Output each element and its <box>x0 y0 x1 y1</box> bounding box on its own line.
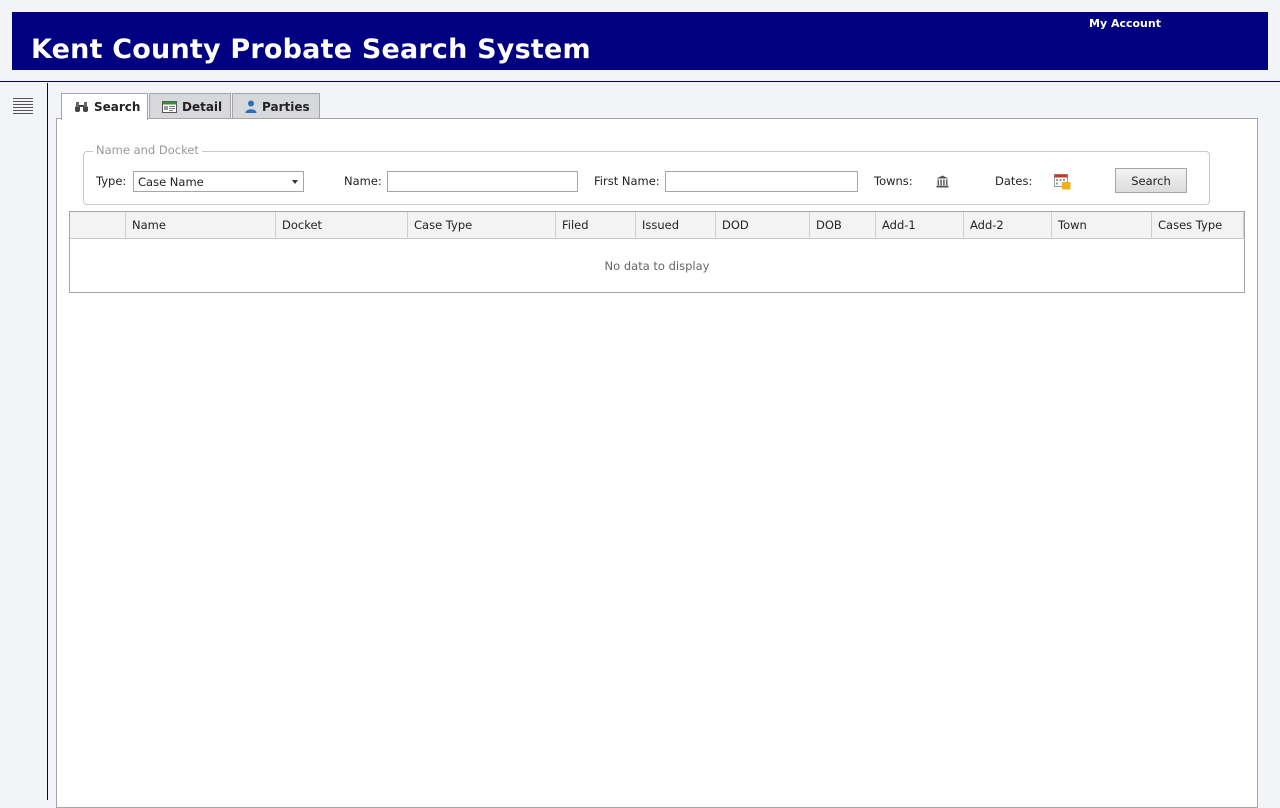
column-header-docket[interactable]: Docket <box>276 212 408 239</box>
column-header-cases-type[interactable]: Cases Type <box>1152 212 1244 239</box>
name-and-docket-fieldset: Name and Docket Type: Case Name Name: Fi… <box>83 143 1210 205</box>
column-header-dod[interactable]: DOD <box>716 212 810 239</box>
dates-label: Dates: <box>995 174 1033 188</box>
tab-search[interactable]: Search <box>61 93 148 120</box>
column-header-name[interactable]: Name <box>126 212 276 239</box>
tab-search-label: Search <box>94 100 141 114</box>
search-button[interactable]: Search <box>1115 168 1187 193</box>
empty-message: No data to display <box>604 259 710 273</box>
column-header-case-type[interactable]: Case Type <box>408 212 556 239</box>
type-select[interactable]: Case Name <box>133 171 304 192</box>
grid-header: Name Docket Case Type Filed Issued DOD D… <box>70 212 1244 239</box>
detail-card-icon <box>162 100 177 113</box>
column-header-filed[interactable]: Filed <box>556 212 636 239</box>
name-input[interactable] <box>387 171 578 192</box>
tab-detail[interactable]: Detail <box>149 93 231 119</box>
sidebar <box>0 83 48 800</box>
bank-building-icon[interactable] <box>936 175 949 188</box>
first-name-input[interactable] <box>665 171 858 192</box>
column-header-add-1[interactable]: Add-1 <box>876 212 964 239</box>
top-bar: Kent County Probate Search System My Acc… <box>0 0 1280 82</box>
column-header-issued[interactable]: Issued <box>636 212 716 239</box>
my-account-link[interactable]: My Account <box>1089 17 1161 30</box>
person-icon <box>245 100 257 113</box>
column-header-add-2[interactable]: Add-2 <box>964 212 1052 239</box>
app-title: Kent County Probate Search System <box>31 34 591 65</box>
tab-parties[interactable]: Parties <box>232 93 320 119</box>
name-label: Name: <box>344 174 382 188</box>
towns-label: Towns: <box>874 174 913 188</box>
results-grid: Name Docket Case Type Filed Issued DOD D… <box>69 211 1245 293</box>
column-header-select[interactable] <box>70 212 126 239</box>
tab-parties-label: Parties <box>262 99 310 114</box>
column-header-dob[interactable]: DOB <box>810 212 876 239</box>
chevron-down-icon <box>292 180 298 184</box>
search-panel: Name and Docket Type: Case Name Name: Fi… <box>56 118 1258 808</box>
binoculars-icon <box>75 102 88 112</box>
first-name-label: First Name: <box>594 174 660 188</box>
tab-detail-label: Detail <box>182 99 223 114</box>
column-header-town[interactable]: Town <box>1052 212 1152 239</box>
header-banner: Kent County Probate Search System My Acc… <box>12 12 1268 70</box>
type-label: Type: <box>96 174 127 188</box>
type-select-value: Case Name <box>138 175 204 189</box>
calendar-icon[interactable] <box>1054 173 1071 190</box>
fieldset-legend: Name and Docket <box>93 143 202 157</box>
list-icon[interactable] <box>13 98 33 114</box>
